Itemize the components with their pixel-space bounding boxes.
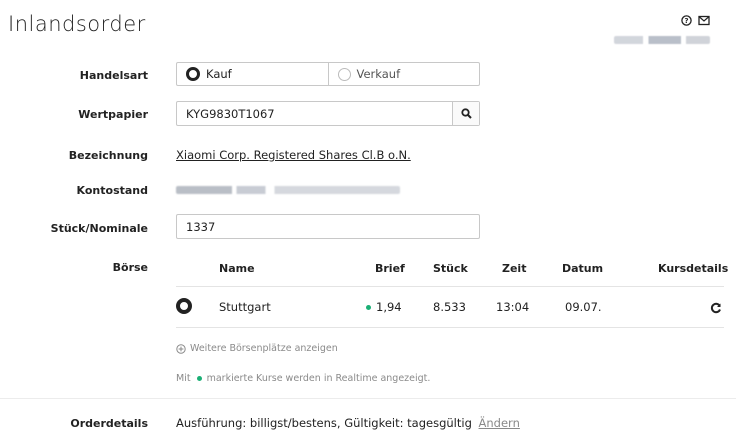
exchange-stueck: 8.533 — [433, 300, 466, 314]
realtime-dot-icon — [366, 305, 371, 310]
bezeichnung-label: Bezeichnung — [68, 149, 148, 162]
table-header-divider — [176, 286, 724, 287]
page-title: Inlandsorder — [8, 12, 146, 36]
radio-selected-icon — [186, 67, 200, 81]
svg-text:?: ? — [684, 17, 688, 25]
refresh-icon[interactable] — [710, 299, 722, 318]
kontostand-value-redacted — [176, 186, 400, 194]
handelsart-label: Handelsart — [79, 69, 148, 82]
handelsart-option-verkauf[interactable]: Verkauf — [327, 63, 480, 85]
more-exchanges-link[interactable]: Weitere Börsenplätze anzeigen — [176, 343, 338, 354]
user-name-redacted — [614, 36, 710, 44]
orderdetails-text: Ausführung: billigst/bestens, Gültigkeit… — [176, 416, 520, 430]
realtime-dot-icon — [196, 376, 202, 381]
wertpapier-label: Wertpapier — [78, 108, 148, 121]
column-header-kursdetails: Kursdetails — [658, 262, 729, 275]
orderdetails-value: Ausführung: billigst/bestens, Gültigkeit… — [176, 416, 472, 430]
handelsart-option-verkauf-label: Verkauf — [356, 67, 401, 81]
column-header-zeit: Zeit — [502, 262, 527, 275]
more-exchanges-label: Weitere Börsenplätze anzeigen — [190, 343, 338, 354]
exchange-brief: 1,94 — [366, 300, 402, 314]
column-header-datum: Datum — [562, 262, 604, 275]
search-button[interactable] — [452, 102, 479, 125]
orderdetails-change-link[interactable]: Ändern — [479, 416, 520, 430]
realtime-note-suffix: markierte Kurse werden in Realtime angez… — [206, 373, 431, 384]
exchange-brief-value: 1,94 — [376, 300, 402, 314]
kontostand-label: Kontostand — [76, 184, 148, 197]
table-bottom-divider — [176, 327, 724, 328]
column-header-stueck: Stück — [433, 262, 468, 275]
exchange-zeit: 13:04 — [496, 300, 530, 314]
exchange-datum: 09.07. — [565, 300, 602, 314]
column-header-brief: Brief — [375, 262, 405, 275]
radio-unselected-icon — [337, 67, 351, 81]
stueck-input[interactable]: 1337 — [176, 214, 480, 239]
handelsart-toggle: Kauf Verkauf — [176, 62, 480, 86]
bezeichnung-link[interactable]: Xiaomi Corp. Registered Shares Cl.B o.N. — [176, 148, 411, 162]
stueck-value: 1337 — [186, 219, 216, 234]
search-icon — [460, 108, 472, 119]
mail-icon[interactable] — [698, 15, 710, 29]
header-icons: ? — [681, 15, 710, 29]
exchange-radio-selected-icon[interactable] — [176, 298, 192, 314]
section-divider — [0, 398, 736, 399]
help-circle-icon[interactable]: ? — [681, 15, 692, 29]
wertpapier-input[interactable]: KYG9830T1067 — [176, 101, 480, 126]
realtime-note-prefix: Mit — [176, 373, 191, 384]
stueck-label: Stück/Nominale — [50, 222, 148, 235]
wertpapier-value: KYG9830T1067 — [186, 106, 275, 121]
realtime-note: Mit markierte Kurse werden in Realtime a… — [176, 373, 430, 384]
column-header-name: Name — [219, 262, 255, 275]
orderdetails-label: Orderdetails — [70, 417, 148, 430]
plus-circle-icon — [176, 343, 186, 354]
boerse-label: Börse — [112, 261, 148, 274]
handelsart-option-kauf[interactable]: Kauf — [177, 63, 328, 85]
exchange-name: Stuttgart — [219, 300, 271, 314]
handelsart-option-kauf-label: Kauf — [206, 67, 232, 81]
